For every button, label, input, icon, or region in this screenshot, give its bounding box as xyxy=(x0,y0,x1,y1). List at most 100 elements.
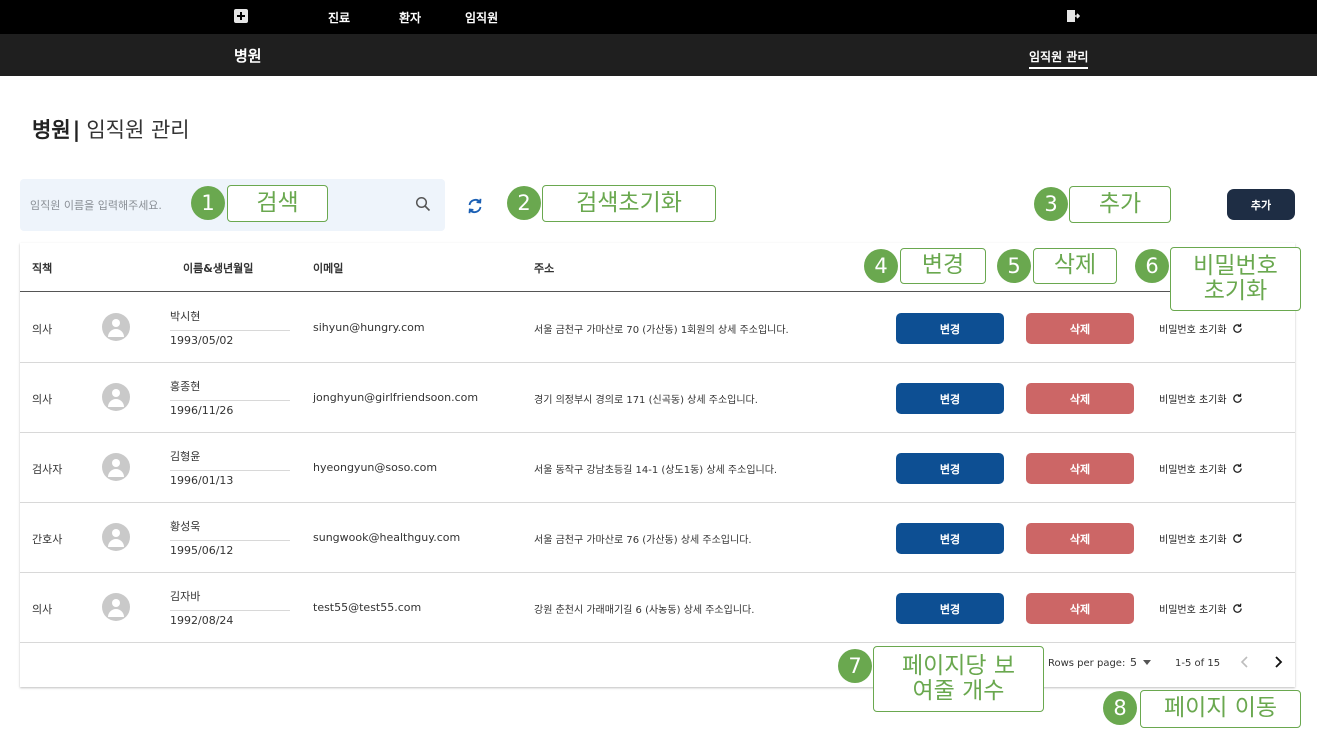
cell-position: 의사 xyxy=(32,603,53,616)
page-title-section: 임직원 관리 xyxy=(86,118,190,142)
rows-per-page-label: Rows per page: xyxy=(1048,658,1126,669)
reset-icon xyxy=(1232,603,1242,613)
annotation-number: 2 xyxy=(507,186,541,220)
nav-item-treatment[interactable]: 진료 xyxy=(328,9,350,26)
cell-birth: 1992/08/24 xyxy=(170,614,234,627)
annotation-number: 4 xyxy=(864,249,898,283)
cell-address: 서울 금천구 가마산로 70 (가산동) 1회원의 상세 주소입니다. xyxy=(534,325,789,336)
reset-icon xyxy=(1232,533,1242,543)
chevron-left-icon[interactable] xyxy=(1237,653,1253,671)
rows-per-page-select[interactable]: 5 xyxy=(1130,656,1151,669)
cell-birth: 1993/05/02 xyxy=(170,334,234,347)
header-name-birth: 이름&생년월일 xyxy=(183,262,254,275)
chevron-right-icon[interactable] xyxy=(1270,653,1286,671)
table-row: 간호사 황성욱 1995/06/12 sungwook@healthguy.co… xyxy=(20,503,1295,573)
cell-address: 강원 춘천시 가래매기길 6 (사농동) 상세 주소입니다. xyxy=(534,605,755,616)
cell-address: 서울 금천구 가마산로 76 (가산동) 상세 주소입니다. xyxy=(534,535,752,546)
header-email: 이메일 xyxy=(313,262,344,275)
nav-item-patient[interactable]: 환자 xyxy=(399,9,421,26)
annotation-label: 변경 xyxy=(900,248,986,284)
search-icon[interactable] xyxy=(415,196,431,212)
edit-button[interactable]: 변경 xyxy=(896,453,1004,484)
delete-button[interactable]: 삭제 xyxy=(1026,453,1134,484)
annotation-label: 페이지 이동 xyxy=(1140,690,1301,728)
header-position: 직책 xyxy=(32,262,53,275)
reset-password-label: 비밀번호 초기화 xyxy=(1159,535,1227,546)
cell-email: jonghyun@girlfriendsoon.com xyxy=(313,391,479,404)
edit-button[interactable]: 변경 xyxy=(896,593,1004,624)
cell-name: 홍종현 xyxy=(170,378,290,401)
annotation-label: 페이지당 보 여줄 개수 xyxy=(873,646,1044,712)
reset-password-label: 비밀번호 초기화 xyxy=(1159,325,1227,336)
annotation-label: 검색초기화 xyxy=(542,185,716,222)
cell-email: sihyun@hungry.com xyxy=(313,321,425,334)
table-row: 의사 홍종현 1996/11/26 jonghyun@girlfriendsoo… xyxy=(20,363,1295,433)
delete-button[interactable]: 삭제 xyxy=(1026,383,1134,414)
hospital-cross-icon[interactable] xyxy=(234,9,248,23)
avatar xyxy=(102,453,130,481)
annotation-number: 6 xyxy=(1135,249,1169,283)
edit-button[interactable]: 변경 xyxy=(896,523,1004,554)
table-row: 의사 김자바 1992/08/24 test55@test55.com 강원 춘… xyxy=(20,573,1295,643)
cell-birth: 1996/11/26 xyxy=(170,404,234,417)
nav-item-staff[interactable]: 임직원 xyxy=(465,9,498,26)
annotation-number: 8 xyxy=(1103,691,1137,725)
page-title: 병원| 임직원 관리 xyxy=(32,114,190,144)
top-navigation-bar: 진료 환자 임직원 xyxy=(0,0,1317,34)
dropdown-arrow-icon xyxy=(1143,660,1151,665)
reset-icon xyxy=(1232,393,1242,403)
delete-button[interactable]: 삭제 xyxy=(1026,593,1134,624)
refresh-icon[interactable] xyxy=(465,196,485,216)
annotation-label: 검색 xyxy=(227,185,328,222)
cell-name: 황성욱 xyxy=(170,518,290,541)
reset-password-button[interactable]: 비밀번호 초기화 xyxy=(1159,601,1243,616)
annotation-number: 7 xyxy=(838,649,872,683)
logout-icon[interactable] xyxy=(1066,9,1080,23)
brand-title: 병원 xyxy=(234,47,262,65)
annotation-number: 3 xyxy=(1034,187,1068,221)
edit-button[interactable]: 변경 xyxy=(896,313,1004,344)
reset-password-label: 비밀번호 초기화 xyxy=(1159,465,1227,476)
annotation-label: 비밀번호 초기화 xyxy=(1170,247,1301,311)
cell-position: 검사자 xyxy=(32,463,63,476)
cell-name: 김자바 xyxy=(170,588,290,611)
delete-button[interactable]: 삭제 xyxy=(1026,523,1134,554)
cell-position: 간호사 xyxy=(32,533,63,546)
table-row: 검사자 김형윤 1996/01/13 hyeongyun@soso.com 서울… xyxy=(20,433,1295,503)
annotation-label: 추가 xyxy=(1069,186,1171,223)
header-address: 주소 xyxy=(534,262,555,275)
page-title-separator: | xyxy=(72,118,81,142)
cell-email: test55@test55.com xyxy=(313,601,422,614)
rows-per-page-value: 5 xyxy=(1130,656,1137,669)
table-row: 의사 박시현 1993/05/02 sihyun@hungry.com 서울 금… xyxy=(20,293,1295,363)
cell-position: 의사 xyxy=(32,323,53,336)
annotation-number: 1 xyxy=(191,186,225,220)
edit-button[interactable]: 변경 xyxy=(896,383,1004,414)
reset-icon xyxy=(1232,323,1242,333)
reset-password-label: 비밀번호 초기화 xyxy=(1159,395,1227,406)
avatar xyxy=(102,593,130,621)
reset-password-button[interactable]: 비밀번호 초기화 xyxy=(1159,461,1243,476)
staff-table: 직책 이름&생년월일 이메일 주소 의사 박시현 1993/05/02 sihy… xyxy=(20,243,1295,687)
cell-address: 경기 의정부시 경의로 171 (신곡동) 상세 주소입니다. xyxy=(534,395,758,406)
cell-email: sungwook@healthguy.com xyxy=(313,531,461,544)
reset-icon xyxy=(1232,463,1242,473)
add-staff-button[interactable]: 추가 xyxy=(1227,189,1295,220)
cell-birth: 1996/01/13 xyxy=(170,474,234,487)
cell-name: 김형윤 xyxy=(170,448,290,471)
reset-password-button[interactable]: 비밀번호 초기화 xyxy=(1159,321,1243,336)
avatar xyxy=(102,383,130,411)
reset-password-button[interactable]: 비밀번호 초기화 xyxy=(1159,391,1243,406)
menu-staff-management[interactable]: 임직원 관리 xyxy=(1029,48,1089,69)
cell-email: hyeongyun@soso.com xyxy=(313,461,438,474)
sub-navigation-bar: 병원 임직원 관리 xyxy=(0,34,1317,76)
avatar xyxy=(102,523,130,551)
page-title-brand: 병원 xyxy=(32,118,71,142)
cell-name: 박시현 xyxy=(170,308,290,331)
pagination-range: 1-5 of 15 xyxy=(1175,658,1221,669)
annotation-number: 5 xyxy=(997,249,1031,283)
delete-button[interactable]: 삭제 xyxy=(1026,313,1134,344)
reset-password-button[interactable]: 비밀번호 초기화 xyxy=(1159,531,1243,546)
avatar xyxy=(102,313,130,341)
cell-position: 의사 xyxy=(32,393,53,406)
